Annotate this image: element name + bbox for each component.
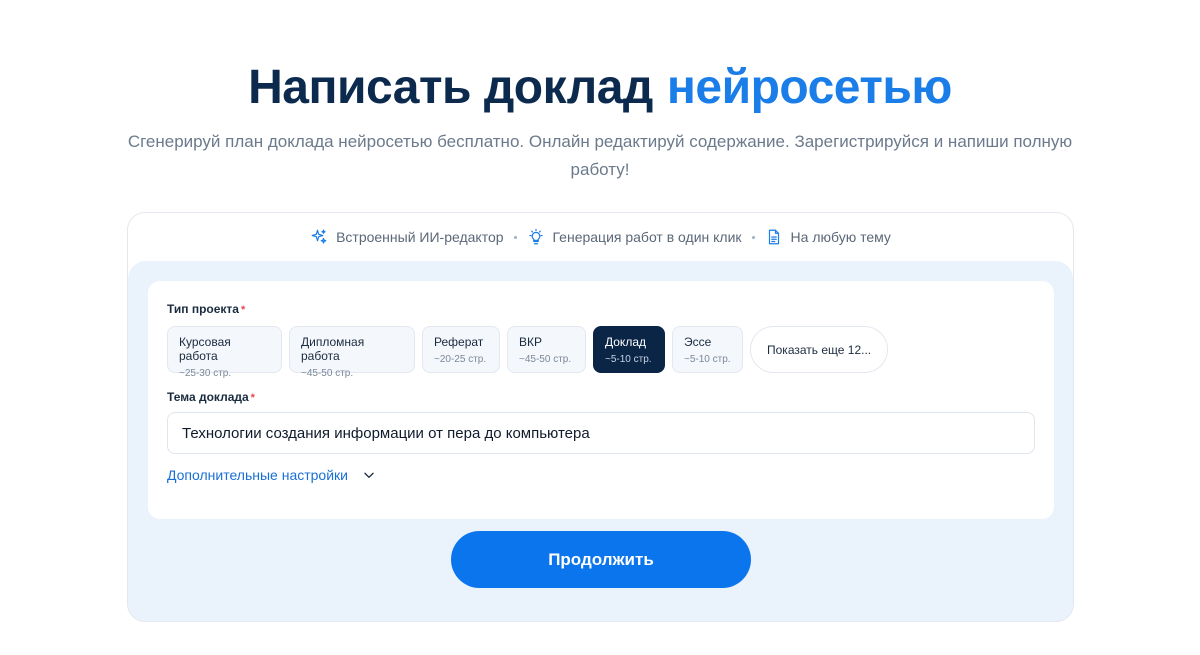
topic-input[interactable] bbox=[167, 412, 1035, 454]
topic-label-text: Тема доклада bbox=[167, 390, 249, 404]
lightbulb-icon bbox=[527, 228, 545, 246]
advanced-settings-label: Дополнительные настройки bbox=[167, 467, 348, 483]
chip-pages: ~45-50 стр. bbox=[519, 354, 572, 365]
page-title: Написать доклад нейросетью bbox=[0, 60, 1200, 116]
chip-name: Эссе bbox=[684, 335, 712, 349]
page-subtitle: Сгенерируй план доклада нейросетью беспл… bbox=[127, 132, 1073, 179]
topic-label: Тема доклада * bbox=[167, 390, 255, 404]
page-title-accent: нейросетью bbox=[666, 61, 952, 114]
chip-abstract[interactable]: Реферат ~20-25 стр. bbox=[422, 326, 500, 373]
show-more-button[interactable]: Показать еще 12... bbox=[750, 326, 889, 373]
feature-separator bbox=[513, 235, 517, 239]
chip-pages: ~20-25 стр. bbox=[434, 354, 487, 365]
chip-pages: ~45-50 стр. bbox=[301, 368, 354, 379]
chip-name: ВКР bbox=[519, 335, 542, 349]
form-card: Тип проекта * Курсовая работа ~25-30 стр.… bbox=[148, 281, 1054, 519]
chip-coursework[interactable]: Курсовая работа ~25-30 стр. bbox=[167, 326, 282, 379]
feature-any-topic: На любую тему bbox=[765, 228, 891, 246]
required-mark: * bbox=[250, 392, 255, 404]
feature-label: Встроенный ИИ-редактор bbox=[336, 229, 504, 245]
chip-name: Курсовая работа bbox=[179, 335, 231, 363]
advanced-settings-toggle[interactable]: Дополнительные настройки bbox=[167, 467, 376, 483]
chip-vkr[interactable]: ВКР ~45-50 стр. bbox=[507, 326, 586, 373]
feature-one-click: Генерация работ в один клик bbox=[527, 228, 742, 246]
document-icon bbox=[765, 228, 783, 246]
required-mark: * bbox=[240, 304, 246, 316]
project-type-selector: Курсовая работа ~25-30 стр. Дипломная ра… bbox=[167, 326, 889, 379]
chip-pages: ~5-10 стр. bbox=[605, 354, 652, 365]
feature-separator bbox=[751, 235, 755, 239]
feature-ai-editor: Встроенный ИИ-редактор bbox=[310, 228, 504, 246]
feature-list: Встроенный ИИ-редактор Генерация работ в… bbox=[128, 213, 1073, 261]
page-title-main: Написать доклад bbox=[248, 61, 653, 114]
generator-panel: Встроенный ИИ-редактор Генерация работ в… bbox=[127, 212, 1074, 622]
chip-pages: ~25-30 стр. bbox=[179, 368, 232, 379]
chip-name: Доклад bbox=[605, 335, 646, 349]
project-type-label: Тип проекта * bbox=[167, 302, 245, 316]
chip-report[interactable]: Доклад ~5-10 стр. bbox=[593, 326, 665, 373]
project-type-label-text: Тип проекта bbox=[167, 302, 239, 316]
chevron-down-icon bbox=[362, 468, 376, 482]
chip-name: Реферат bbox=[434, 335, 484, 349]
continue-button[interactable]: Продолжить bbox=[451, 531, 751, 588]
form-area: Тип проекта * Курсовая работа ~25-30 стр.… bbox=[128, 261, 1073, 621]
feature-label: На любую тему bbox=[790, 229, 891, 245]
feature-label: Генерация работ в один клик bbox=[552, 229, 742, 245]
chip-essay[interactable]: Эссе ~5-10 стр. bbox=[672, 326, 743, 373]
chip-diploma[interactable]: Дипломная работа ~45-50 стр. bbox=[289, 326, 415, 379]
chip-pages: ~5-10 стр. bbox=[684, 354, 731, 365]
chip-name: Дипломная работа bbox=[301, 335, 365, 363]
sparkles-icon bbox=[310, 228, 328, 246]
